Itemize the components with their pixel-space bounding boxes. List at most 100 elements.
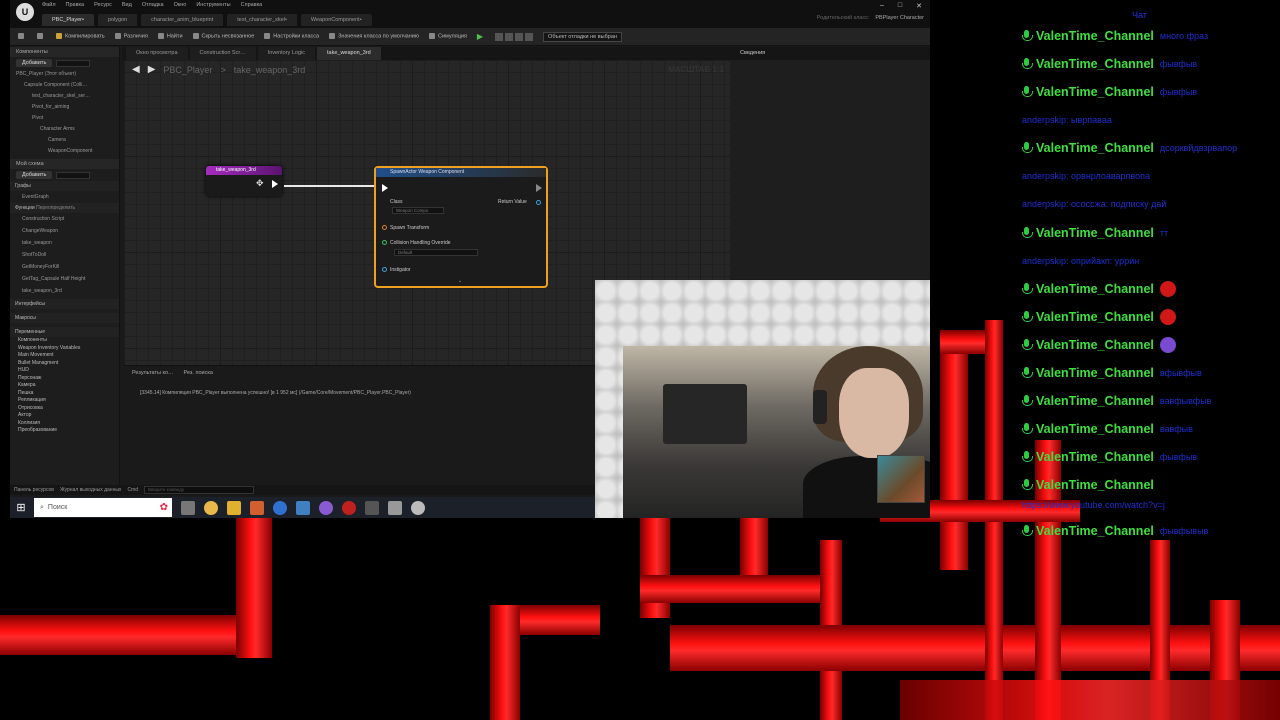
event-graph-item[interactable]: EventGraph — [10, 191, 119, 203]
category-item[interactable]: Отрисовка — [10, 405, 119, 413]
exec-input-pin[interactable] — [382, 184, 388, 192]
diff-button[interactable]: Различия — [114, 33, 148, 40]
chat-username[interactable]: ValenTime_Channel — [1036, 366, 1154, 380]
compile-button[interactable]: Компилировать — [56, 33, 105, 40]
menu-item[interactable]: Ресурс — [94, 2, 112, 8]
tab-search-results[interactable]: Рез. поиска — [184, 370, 213, 376]
windows-start-icon[interactable]: ⊞ — [10, 497, 32, 518]
components-search-input[interactable] — [56, 59, 91, 67]
category-item[interactable]: Актор — [10, 412, 119, 420]
chat-username[interactable]: ValenTime_Channel — [1036, 282, 1154, 296]
category-item[interactable]: Камера — [10, 382, 119, 390]
add-component-button[interactable]: Добавить — [16, 59, 53, 67]
chat-username[interactable]: ValenTime_Channel — [1036, 310, 1154, 324]
tree-item[interactable]: Capsule Component (Colli… — [10, 80, 119, 91]
add-member-button[interactable]: Добавить — [16, 171, 53, 179]
cmd-button[interactable]: Cmd — [127, 487, 138, 493]
category-item[interactable]: Weapon Inventory Variables — [10, 345, 119, 353]
simulation-button[interactable]: Симуляция — [428, 33, 467, 40]
category-item[interactable]: Пешка — [10, 390, 119, 398]
doc-tab-pbc-player[interactable]: PBC_Player• — [42, 14, 94, 26]
more-icon[interactable] — [525, 32, 534, 41]
category-item[interactable]: Коллизия — [10, 420, 119, 428]
collision-select[interactable]: Default — [394, 249, 478, 256]
category-item[interactable]: Преобразование — [10, 427, 119, 435]
function-item[interactable]: ChangeWeapon — [10, 225, 119, 237]
maximize-icon[interactable]: □ — [898, 2, 902, 10]
class-defaults-button[interactable]: Значения класса по умолчанию — [329, 33, 419, 40]
spawn-actor-node[interactable]: SpawnActor Weapon Component Class Weapon… — [374, 166, 548, 288]
find-button[interactable]: Найти — [157, 33, 183, 40]
content-browser-button[interactable]: Панель ресурсов — [14, 487, 54, 493]
chat-username[interactable]: ValenTime_Channel — [1036, 85, 1154, 99]
category-item[interactable]: Bullet Managment — [10, 360, 119, 368]
function-item[interactable]: take_weapon_3rd — [10, 285, 119, 297]
tree-item[interactable]: WeaponComponent — [10, 146, 119, 157]
tree-item[interactable]: Camera — [10, 135, 119, 146]
spawn-transform-pin[interactable] — [382, 225, 387, 230]
menu-item[interactable]: Правка — [66, 2, 85, 8]
members-search-input[interactable] — [56, 171, 91, 179]
pause-icon[interactable] — [515, 32, 524, 41]
save-button[interactable] — [18, 33, 27, 40]
exec-output-pin[interactable] — [272, 180, 278, 188]
chat-username[interactable]: ValenTime_Channel — [1036, 29, 1154, 43]
doc-tab-weapon-component[interactable]: WeaponComponent• — [300, 14, 372, 26]
app-icon[interactable] — [319, 500, 333, 515]
exec-output-pin[interactable] — [536, 184, 542, 192]
chat-username[interactable]: ValenTime_Channel — [1036, 478, 1154, 492]
debug-object-select[interactable]: Объект отладки не выбран — [543, 31, 622, 42]
tab-construction-script[interactable]: Construction Scr… — [189, 47, 256, 60]
taskbar-search[interactable]: ⌕ Поиск ✿ — [34, 498, 172, 517]
file-explorer-icon[interactable] — [227, 500, 241, 515]
section-interfaces[interactable]: Интерфейсы — [10, 299, 119, 309]
doc-tab-character-skel[interactable]: test_character_skel• — [227, 14, 297, 26]
console-input[interactable]: Введите команду — [144, 486, 254, 494]
menu-item[interactable]: Справка — [241, 2, 263, 8]
function-entry-node[interactable]: take_weapon_3rd ✥ — [206, 166, 282, 196]
chat-username[interactable]: ValenTime_Channel — [1036, 57, 1154, 71]
section-macros[interactable]: Макросы — [10, 313, 119, 323]
unreal-icon[interactable] — [365, 500, 379, 515]
section-variables[interactable]: Переменные — [10, 327, 119, 337]
tree-item[interactable]: Pivot — [10, 113, 119, 124]
app-icon[interactable] — [411, 500, 425, 515]
collision-pin[interactable] — [382, 240, 387, 245]
tab-inventory-logic[interactable]: Inventory Logic — [257, 47, 315, 60]
function-item[interactable]: GetTag_Capsule Half Height — [10, 273, 119, 285]
forward-arrow-icon[interactable]: ▶ — [148, 64, 156, 75]
tree-item[interactable]: test_character_skel_ser… — [10, 91, 119, 102]
expand-chevron-icon[interactable]: ⌄ — [458, 278, 462, 284]
play-icon[interactable]: ▶ — [477, 32, 483, 41]
function-item[interactable]: take_weapon — [10, 237, 119, 249]
category-item[interactable]: Репликация — [10, 397, 119, 405]
tab-compile-results[interactable]: Результаты ко… — [132, 370, 174, 376]
chat-username[interactable]: ValenTime_Channel — [1036, 422, 1154, 436]
class-select[interactable]: Weapon Compo — [392, 207, 444, 214]
section-graphs[interactable]: Графы — [10, 181, 119, 191]
section-functions[interactable]: Функции Переопределить — [10, 203, 119, 213]
back-arrow-icon[interactable]: ◀ — [132, 64, 140, 75]
category-item[interactable]: Персонаж — [10, 375, 119, 383]
chat-username[interactable]: ValenTime_Channel — [1036, 450, 1154, 464]
minimize-icon[interactable]: – — [880, 2, 884, 10]
function-item[interactable]: ShotToDoll — [10, 249, 119, 261]
browse-button[interactable] — [37, 33, 46, 40]
menu-item[interactable]: Вид — [122, 2, 132, 8]
doc-tab-polygon[interactable]: polygon — [97, 14, 138, 26]
task-view-icon[interactable] — [181, 500, 195, 515]
menu-item[interactable]: Окно — [174, 2, 187, 8]
chat-username[interactable]: ValenTime_Channel — [1036, 394, 1154, 408]
app-icon[interactable] — [250, 500, 264, 515]
close-icon[interactable]: ✕ — [916, 2, 922, 10]
chat-username[interactable]: ValenTime_Channel — [1036, 524, 1154, 538]
breadcrumb-root[interactable]: PBC_Player — [163, 65, 212, 75]
tab-viewport[interactable]: Окно просмотра — [126, 47, 188, 60]
category-item[interactable]: HUD — [10, 367, 119, 375]
app-icon[interactable] — [342, 500, 356, 515]
menu-item[interactable]: Инструменты — [196, 2, 230, 8]
return-value-pin[interactable] — [536, 200, 541, 205]
step-icon[interactable] — [495, 32, 504, 41]
chrome-icon[interactable] — [204, 500, 218, 515]
instigator-pin[interactable] — [382, 267, 387, 272]
